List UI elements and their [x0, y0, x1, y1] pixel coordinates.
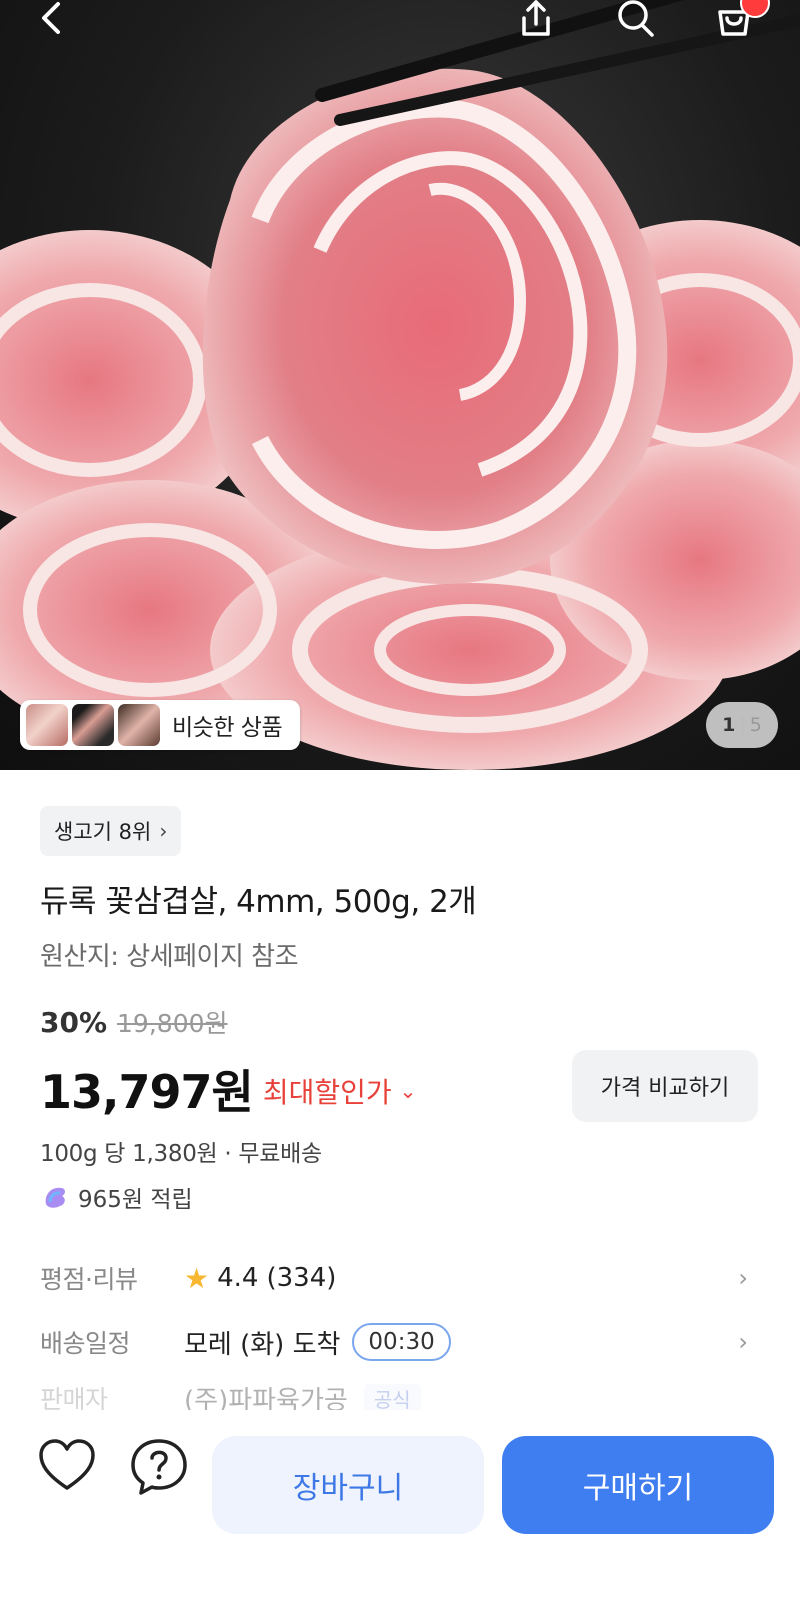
rank-label: 생고기 8위	[54, 820, 152, 844]
delivery-date: 모레 (화) 도착	[184, 1329, 341, 1360]
rating-review-label: 평점·리뷰	[40, 1265, 138, 1294]
max-discount-label: 최대할인가	[262, 1076, 392, 1109]
category-rank-chip[interactable]: 생고기 8위 ›	[40, 806, 182, 856]
product-title: 듀록 꽃삼겹살, 4mm, 500g, 2개	[40, 884, 477, 920]
share-button[interactable]	[508, 0, 564, 48]
star-icon: ★	[184, 1261, 210, 1295]
original-price: 19,800원	[117, 1009, 228, 1038]
origin-text: 원산지: 상세페이지 참조	[40, 942, 299, 972]
product-photo	[0, 0, 800, 770]
seller-label: 판매자	[40, 1385, 108, 1412]
unit-price-shipping: 100g 당 1,380원 · 무료배송	[40, 1141, 322, 1167]
add-to-cart-button[interactable]: 장바구니	[212, 1436, 484, 1534]
points-icon	[45, 1187, 65, 1208]
discount-rate: 30%	[40, 1006, 108, 1039]
seller-value: (주)파파육가공 공식	[184, 1384, 421, 1412]
heart-icon[interactable]	[36, 1436, 98, 1498]
reward-points: 965원 적립	[40, 1180, 193, 1214]
product-image-gallery[interactable]: 비슷한 상품 1 | 5	[0, 0, 800, 770]
chevron-right-icon: ›	[738, 1264, 748, 1292]
delivery-value: 모레 (화) 도착 00:30	[184, 1323, 451, 1361]
official-badge: 공식	[363, 1384, 421, 1412]
seller-name: (주)파파육가공	[184, 1385, 348, 1413]
back-icon	[42, 2, 60, 34]
delivery-schedule-row[interactable]: 배송일정 모레 (화) 도착 00:30 ›	[40, 1318, 760, 1366]
similar-thumbnail	[26, 704, 68, 746]
price-compare-button[interactable]: 가격 비교하기	[572, 1050, 758, 1122]
rating-review-value: ★ 4.4 (334)	[184, 1262, 336, 1295]
search-icon	[618, 0, 654, 37]
sale-price: 13,797원	[40, 1065, 254, 1119]
chevron-right-icon: ›	[159, 819, 168, 843]
price-row: 13,797원 최대할인가 ⌄	[40, 1056, 416, 1122]
image-pager: 1 | 5	[706, 702, 778, 748]
points-text: 965원 적립	[78, 1187, 193, 1213]
seller-row[interactable]: 판매자 (주)파파육가공 공식	[40, 1384, 760, 1412]
review-count: (334)	[266, 1263, 337, 1293]
discount-row: 30% 19,800원	[40, 1004, 228, 1040]
delivery-label: 배송일정	[40, 1329, 131, 1358]
question-icon[interactable]	[128, 1436, 190, 1498]
similar-products-button[interactable]: 비슷한 상품	[20, 700, 300, 750]
rating-value: 4.4	[217, 1263, 259, 1293]
rating-review-row[interactable]: 평점·리뷰 ★ 4.4 (334) ›	[40, 1254, 760, 1302]
similar-products-label: 비슷한 상품	[172, 715, 283, 741]
delivery-countdown: 00:30	[352, 1323, 451, 1361]
chevron-right-icon: ›	[738, 1328, 748, 1356]
share-icon	[522, 0, 550, 36]
chevron-down-icon: ⌄	[399, 1079, 417, 1103]
buy-now-button[interactable]: 구매하기	[502, 1436, 774, 1534]
pager-total: 5	[749, 714, 762, 736]
similar-thumbnail	[72, 704, 114, 746]
search-button[interactable]	[608, 0, 664, 48]
similar-thumbnail	[118, 704, 160, 746]
pager-current: 1	[722, 714, 736, 736]
pager-separator: |	[739, 714, 746, 736]
back-button[interactable]	[24, 0, 80, 48]
max-discount-toggle[interactable]: 최대할인가 ⌄	[263, 1071, 417, 1111]
